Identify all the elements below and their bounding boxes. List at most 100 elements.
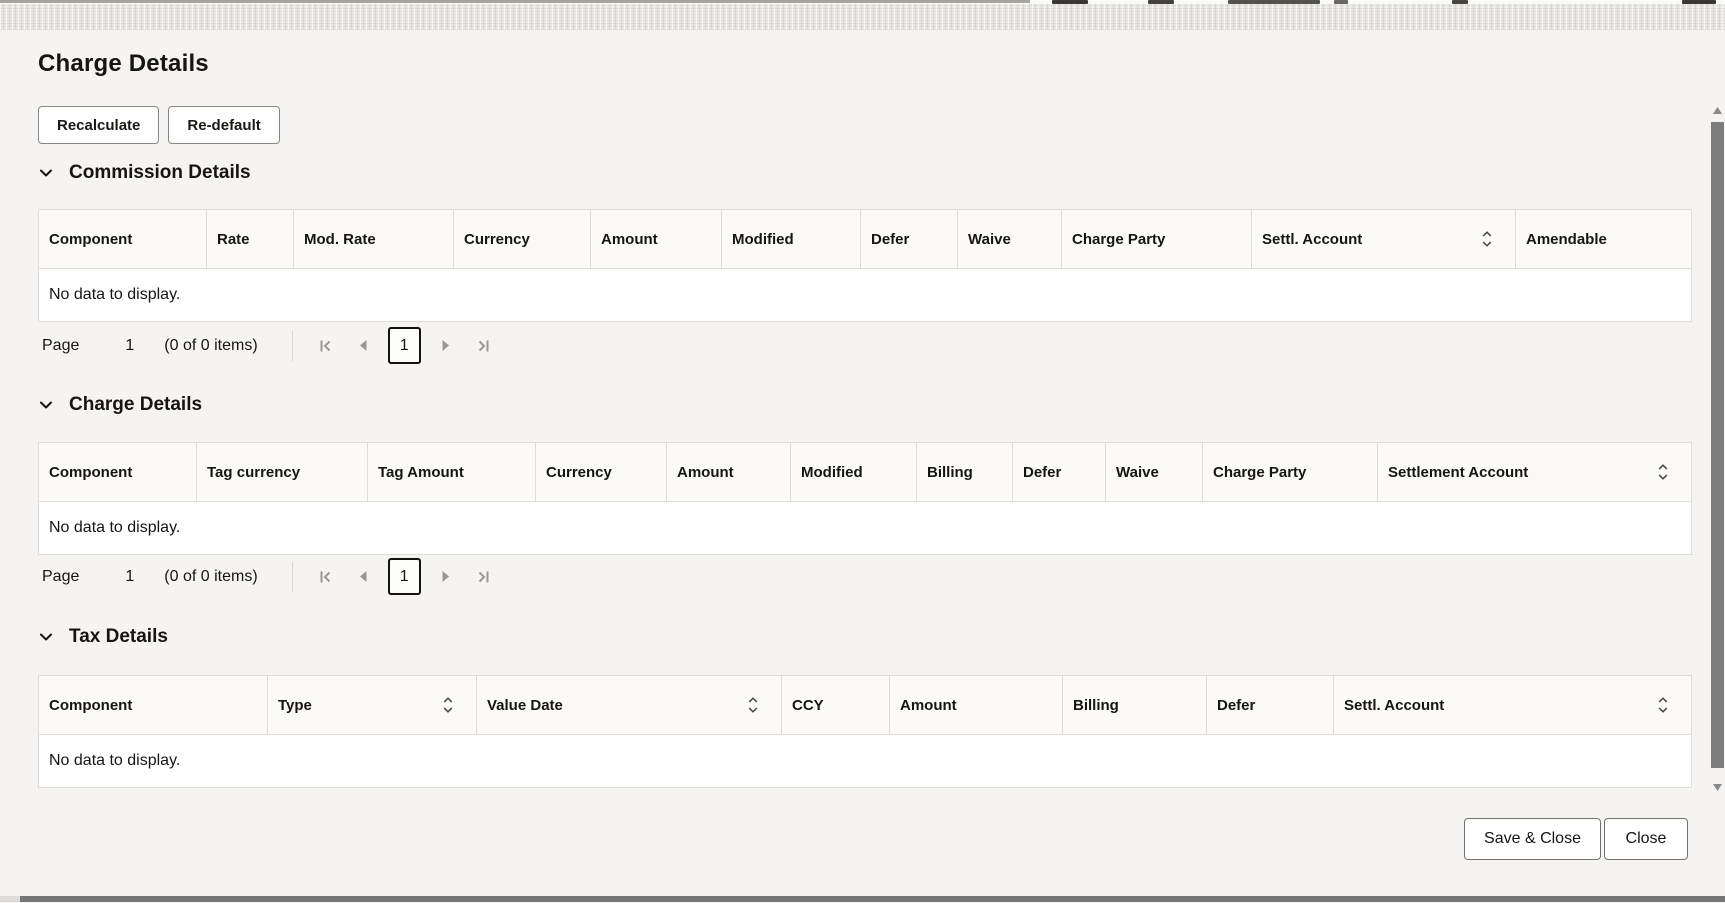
top-edge-underlying-content [0, 0, 1725, 4]
column-header-value-date[interactable]: Value Date [477, 676, 782, 734]
column-header-label: Defer [1217, 697, 1255, 714]
chevron-down-icon [38, 629, 54, 645]
section-header-commission-details[interactable]: Commission Details [38, 158, 251, 188]
page-label: Page [42, 568, 79, 586]
vertical-scrollbar-thumb[interactable] [1711, 122, 1724, 768]
column-header-label: Component [49, 697, 132, 714]
sort-icon [1481, 228, 1493, 250]
column-header-waive: Waive [1106, 443, 1203, 501]
section-title: Tax Details [69, 626, 168, 648]
column-header-label: Tag currency [207, 464, 300, 481]
column-header-label: Modified [732, 231, 794, 248]
scroll-up-icon[interactable] [1712, 106, 1723, 115]
page-title: Charge Details [38, 50, 209, 78]
top-edge-artifact [1682, 0, 1716, 4]
next-page-icon[interactable] [441, 570, 451, 583]
recalculate-button[interactable]: Recalculate [38, 106, 159, 144]
page-label: Page [42, 337, 79, 355]
top-texture-strip [0, 4, 1725, 30]
column-header-label: Mod. Rate [304, 231, 376, 248]
last-page-icon[interactable] [475, 569, 492, 585]
column-header-label: Charge Party [1072, 231, 1165, 248]
top-edge-artifact [1228, 0, 1320, 4]
column-header-waive: Waive [958, 210, 1062, 268]
column-header-rate: Rate [207, 210, 294, 268]
column-header-component: Component [39, 676, 268, 734]
column-header-label: Tag Amount [378, 464, 464, 481]
page-number: 1 [125, 337, 134, 355]
column-header-type[interactable]: Type [268, 676, 477, 734]
column-header-component: Component [39, 443, 197, 501]
previous-page-icon[interactable] [358, 339, 368, 352]
top-edge-artifact [1452, 0, 1468, 4]
chevron-down-icon [38, 165, 54, 181]
pagination-divider [292, 562, 293, 592]
column-header-label: Currency [464, 231, 530, 248]
column-header-label: Defer [1023, 464, 1061, 481]
sort-icon [442, 694, 454, 716]
column-header-label: Billing [1073, 697, 1119, 714]
column-header-modified: Modified [791, 443, 917, 501]
scroll-down-icon[interactable] [1712, 783, 1723, 792]
items-count-label: (0 of 0 items) [164, 337, 257, 355]
column-header-amount: Amount [890, 676, 1063, 734]
commission-table: Component Rate Mod. Rate Currency Amount Modi… [38, 209, 1692, 322]
column-header-label: Amount [900, 697, 957, 714]
column-header-settl-account[interactable]: Settl. Account [1252, 210, 1516, 268]
column-header-amendable: Amendable [1516, 210, 1691, 268]
items-count-label: (0 of 0 items) [164, 568, 257, 586]
column-header-settlement-account[interactable]: Settlement Account [1378, 443, 1691, 501]
column-header-modified: Modified [722, 210, 861, 268]
column-header-label: Component [49, 464, 132, 481]
charge-pagination: Page 1 (0 of 0 items) 1 [42, 557, 492, 596]
column-header-label: Amendable [1526, 231, 1607, 248]
column-header-defer: Defer [1207, 676, 1334, 734]
footer-actions: Save & Close Close [1464, 818, 1688, 860]
section-header-charge-details[interactable]: Charge Details [38, 390, 202, 420]
column-header-label: Type [278, 697, 312, 714]
column-header-label: Settl. Account [1344, 697, 1444, 714]
last-page-icon[interactable] [475, 338, 492, 354]
sort-icon [747, 694, 759, 716]
first-page-icon[interactable] [317, 338, 334, 354]
column-header-label: Rate [217, 231, 250, 248]
first-page-icon[interactable] [317, 569, 334, 585]
page-number: 1 [125, 568, 134, 586]
top-edge-artifact [1052, 0, 1088, 4]
column-header-settl-account[interactable]: Settl. Account [1334, 676, 1691, 734]
horizontal-scrollbar-thumb[interactable] [20, 896, 1725, 902]
column-header-label: Billing [927, 464, 973, 481]
charge-table: Component Tag currency Tag Amount Currency A… [38, 442, 1692, 555]
close-button[interactable]: Close [1604, 818, 1688, 860]
chevron-down-icon [38, 397, 54, 413]
current-page-input[interactable]: 1 [388, 558, 421, 595]
column-header-tag-currency: Tag currency [197, 443, 368, 501]
column-header-charge-party: Charge Party [1203, 443, 1378, 501]
redefault-button[interactable]: Re-default [168, 106, 279, 144]
previous-page-icon[interactable] [358, 570, 368, 583]
column-header-label: Component [49, 231, 132, 248]
column-header-tag-amount: Tag Amount [368, 443, 536, 501]
column-header-ccy: CCY [782, 676, 890, 734]
column-header-label: CCY [792, 697, 824, 714]
column-header-label: Amount [601, 231, 658, 248]
column-header-currency: Currency [454, 210, 591, 268]
next-page-icon[interactable] [441, 339, 451, 352]
save-and-close-button[interactable]: Save & Close [1464, 818, 1601, 860]
empty-table-message: No data to display. [39, 735, 1691, 787]
column-header-label: Waive [1116, 464, 1159, 481]
column-header-mod-rate: Mod. Rate [294, 210, 454, 268]
section-header-tax-details[interactable]: Tax Details [38, 622, 168, 652]
column-header-billing: Billing [1063, 676, 1207, 734]
column-header-label: Charge Party [1213, 464, 1306, 481]
current-page-input[interactable]: 1 [388, 327, 421, 364]
column-header-currency: Currency [536, 443, 667, 501]
column-header-label: Amount [677, 464, 734, 481]
column-header-label: Currency [546, 464, 612, 481]
column-header-label: Waive [968, 231, 1011, 248]
column-header-label: Value Date [487, 697, 563, 714]
column-header-defer: Defer [861, 210, 958, 268]
toolbar: Recalculate Re-default [38, 106, 280, 144]
commission-table-header-row: Component Rate Mod. Rate Currency Amount Modi… [39, 210, 1691, 269]
column-header-amount: Amount [667, 443, 791, 501]
